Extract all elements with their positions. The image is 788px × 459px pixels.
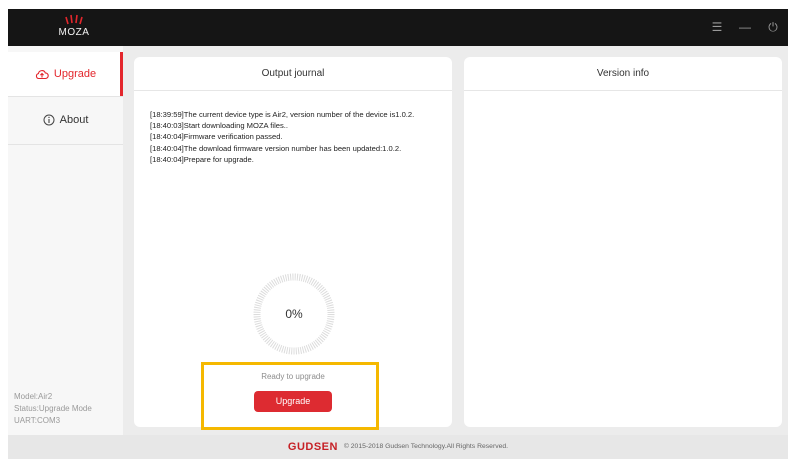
sidebar-item-upgrade[interactable]: Upgrade	[8, 52, 123, 96]
cloud-upload-icon	[35, 69, 49, 79]
version-info-panel: Version info	[464, 57, 782, 427]
title-bar: MOZA ☰ — ⏻	[8, 9, 788, 46]
output-log: [18:39:59]The current device type is Air…	[150, 109, 450, 165]
footer: GUDSEN © 2015-2018 Gudsen Technology.All…	[8, 435, 788, 459]
minimize-icon[interactable]: —	[738, 18, 752, 36]
info-icon	[43, 114, 55, 126]
panel-title: Output journal	[134, 57, 452, 91]
log-line: [18:40:04]The download firmware version …	[150, 143, 402, 153]
divider	[8, 144, 123, 145]
gudsen-logo: GUDSEN	[287, 441, 338, 453]
progress-percent: 0%	[285, 307, 303, 321]
divider	[8, 96, 123, 97]
upgrade-status: Ready to upgrade	[261, 372, 325, 381]
sidebar-item-label: Upgrade	[53, 68, 97, 80]
logo-text: MOZA	[58, 27, 90, 38]
device-info: Model:Air2 Status:Upgrade Mode UART:COM3	[14, 391, 92, 427]
panel-title: Version info	[464, 57, 782, 91]
output-journal-panel: Output journal [18:39:59]The current dev…	[134, 57, 452, 427]
log-line: [18:40:04]Prepare for upgrade.	[150, 154, 254, 164]
device-port: UART:COM3	[14, 416, 61, 425]
app-window: MOZA ☰ — ⏻ Upgrade About Model:Air2 Stat…	[8, 9, 788, 459]
sidebar-item-label: About	[59, 114, 89, 126]
device-model: Model:Air2	[14, 392, 53, 401]
window-controls: ☰ — ⏻	[710, 18, 780, 36]
copyright-text: © 2015-2018 Gudsen Technology.All Rights…	[343, 443, 509, 450]
menu-icon[interactable]: ☰	[710, 18, 724, 36]
sidebar: Upgrade About Model:Air2 Status:Upgrade …	[8, 46, 123, 435]
sidebar-item-about[interactable]: About	[8, 98, 123, 142]
log-line: [18:39:59]The current device type is Air…	[150, 110, 415, 119]
upgrade-button[interactable]: Upgrade	[254, 391, 332, 412]
progress-ring: 0%	[253, 273, 335, 355]
log-line: [18:40:04]Firmware verification passed.	[150, 132, 283, 142]
device-status: Status:Upgrade Mode	[14, 404, 92, 413]
active-indicator	[120, 52, 123, 96]
moza-logo-mark-icon	[65, 14, 83, 25]
moza-logo: MOZA	[44, 13, 104, 43]
power-icon[interactable]: ⏻	[766, 18, 780, 36]
log-line: [18:40:03]Start downloading MOZA files..	[150, 121, 289, 131]
